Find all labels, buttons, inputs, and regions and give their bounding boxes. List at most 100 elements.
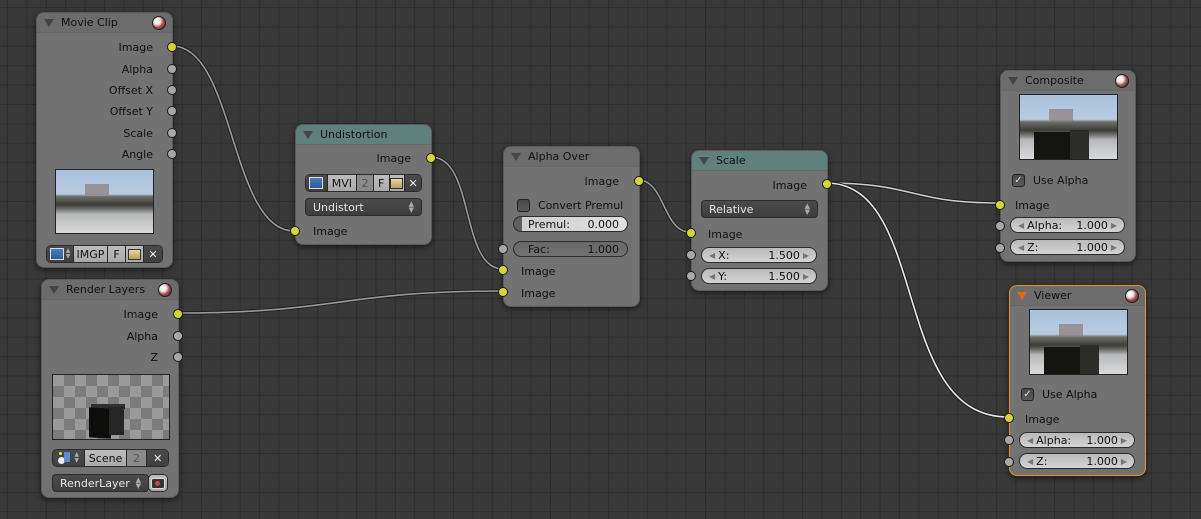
- collapse-triangle-icon[interactable]: [44, 18, 54, 27]
- z-number-field[interactable]: ◀ Z: 1.000 ▶: [1019, 453, 1135, 469]
- checkmark-icon[interactable]: ✓: [1012, 174, 1025, 187]
- preview-sphere-icon[interactable]: [152, 16, 166, 30]
- premul-slider[interactable]: Premul: 0.000: [513, 216, 628, 232]
- output-socket-offset-x[interactable]: [167, 85, 177, 95]
- output-socket-image[interactable]: [173, 309, 183, 319]
- node-render-layers[interactable]: Render Layers Image Alpha Z ▲ ▼ Scene 2 ✕…: [41, 279, 183, 498]
- decrement-arrow-icon[interactable]: ◀: [1018, 243, 1024, 252]
- use-alpha-checkbox[interactable]: ✓ Use Alpha: [1021, 388, 1097, 401]
- fake-user-button[interactable]: F: [108, 246, 126, 262]
- convert-premul-checkbox[interactable]: Convert Premul: [517, 199, 623, 212]
- link-undistortion-alphaover[interactable]: [429, 155, 505, 271]
- input-socket-y[interactable]: [686, 271, 696, 281]
- link-renderlayers-alphaover[interactable]: [176, 289, 505, 315]
- output-socket-image[interactable]: [426, 153, 436, 163]
- clip-datablock-selector[interactable]: ▲ ▼ IMGP F ✕: [46, 245, 163, 263]
- node-viewer[interactable]: Viewer ✓ Use Alpha Image ◀ Alpha: 1.000 …: [1004, 285, 1146, 476]
- output-socket-alpha[interactable]: [173, 331, 183, 341]
- open-clip-button[interactable]: [126, 246, 144, 262]
- preview-sphere-icon[interactable]: [1115, 74, 1129, 88]
- decrement-arrow-icon[interactable]: ◀: [1027, 436, 1033, 445]
- fac-slider[interactable]: Fac: 1.000: [513, 241, 628, 257]
- node-movie-clip[interactable]: Movie Clip Image Alpha Offset X Offset Y…: [36, 12, 177, 268]
- input-socket-z[interactable]: [1004, 457, 1014, 467]
- input-socket-image[interactable]: [1004, 413, 1014, 423]
- y-number-field[interactable]: ◀ Y: 1.500 ▶: [701, 268, 817, 284]
- preview-sphere-icon[interactable]: [1125, 289, 1139, 303]
- input-socket-z[interactable]: [995, 243, 1005, 253]
- node-alpha-over[interactable]: Alpha Over Image Convert Premul Premul: …: [498, 146, 644, 307]
- render-button[interactable]: [149, 475, 167, 491]
- input-socket-image[interactable]: [686, 228, 696, 238]
- decrement-arrow-icon[interactable]: ◀: [709, 272, 715, 281]
- collapse-triangle-icon[interactable]: [303, 130, 313, 139]
- input-socket-fac[interactable]: [498, 244, 508, 254]
- link-alphaover-scale[interactable]: [636, 178, 692, 234]
- node-header[interactable]: Viewer: [1010, 286, 1145, 306]
- output-socket-scale[interactable]: [167, 128, 177, 138]
- preview-sphere-icon[interactable]: [158, 283, 172, 297]
- link-scale-composite[interactable]: [824, 181, 1001, 205]
- clip-browse-button[interactable]: ▲ ▼: [47, 246, 74, 262]
- output-socket-image[interactable]: [634, 176, 644, 186]
- increment-arrow-icon[interactable]: ▶: [1111, 243, 1117, 252]
- alpha-number-field[interactable]: ◀ Alpha: 1.000 ▶: [1019, 432, 1135, 448]
- node-header[interactable]: Undistortion: [296, 125, 431, 145]
- input-socket-image-2[interactable]: [498, 287, 508, 297]
- fake-user-button[interactable]: F: [373, 175, 390, 191]
- node-undistortion[interactable]: Undistortion Image MVI 2 F ✕ Undistort ▲…: [290, 124, 436, 245]
- increment-arrow-icon[interactable]: ▶: [1121, 457, 1127, 466]
- unlink-scene-button[interactable]: ✕: [147, 450, 168, 466]
- increment-arrow-icon[interactable]: ▶: [803, 272, 809, 281]
- use-alpha-checkbox[interactable]: ✓ Use Alpha: [1012, 174, 1088, 187]
- checkmark-icon[interactable]: ✓: [1021, 388, 1034, 401]
- input-socket-image-1[interactable]: [498, 265, 508, 275]
- link-scale-viewer[interactable]: [824, 181, 1010, 419]
- collapse-triangle-icon[interactable]: [1008, 76, 1018, 85]
- input-socket-image[interactable]: [995, 200, 1005, 210]
- output-socket-angle[interactable]: [167, 149, 177, 159]
- collapse-triangle-icon[interactable]: [49, 285, 59, 294]
- unlink-clip-button[interactable]: ✕: [144, 246, 162, 262]
- input-socket-alpha[interactable]: [1004, 435, 1014, 445]
- render-layer-select[interactable]: RenderLayer ▲ ▼: [52, 474, 149, 492]
- increment-arrow-icon[interactable]: ▶: [1121, 436, 1127, 445]
- clip-datablock-selector[interactable]: MVI 2 F ✕: [305, 174, 422, 192]
- render-layer-button[interactable]: [148, 474, 168, 492]
- collapse-triangle-icon[interactable]: [699, 156, 709, 165]
- collapse-triangle-icon[interactable]: [511, 152, 521, 161]
- decrement-arrow-icon[interactable]: ◀: [709, 251, 715, 260]
- unlink-clip-button[interactable]: ✕: [405, 175, 421, 191]
- decrement-arrow-icon[interactable]: ◀: [1027, 457, 1033, 466]
- node-header[interactable]: Render Layers: [42, 280, 178, 300]
- input-socket-x[interactable]: [686, 250, 696, 260]
- scene-users-count[interactable]: 2: [126, 450, 148, 466]
- node-scale[interactable]: Scale Image Relative ▲ ▼ Image ◀ X: 1.500…: [686, 150, 832, 291]
- decrement-arrow-icon[interactable]: ◀: [1018, 221, 1024, 230]
- output-socket-alpha[interactable]: [167, 64, 177, 74]
- space-select[interactable]: Relative ▲ ▼: [701, 200, 818, 218]
- increment-arrow-icon[interactable]: ▶: [803, 251, 809, 260]
- input-socket-alpha[interactable]: [995, 221, 1005, 231]
- distortion-mode-select[interactable]: Undistort ▲ ▼: [305, 198, 422, 216]
- input-socket-image[interactable]: [290, 226, 300, 236]
- clip-browse-button[interactable]: [306, 175, 328, 191]
- scene-datablock-selector[interactable]: ▲ ▼ Scene 2 ✕: [52, 449, 169, 467]
- scene-name-field[interactable]: Scene: [85, 450, 127, 466]
- clip-name-field[interactable]: MVI: [327, 175, 358, 191]
- node-composite[interactable]: Composite ✓ Use Alpha Image ◀ Alpha: 1.0…: [995, 70, 1136, 262]
- scene-browse-button[interactable]: ▲ ▼: [53, 450, 86, 466]
- output-socket-image[interactable]: [822, 179, 832, 189]
- x-number-field[interactable]: ◀ X: 1.500 ▶: [701, 247, 817, 263]
- node-header[interactable]: Scale: [692, 151, 827, 171]
- node-header[interactable]: Movie Clip: [37, 13, 172, 33]
- clip-users-count[interactable]: 2: [357, 175, 374, 191]
- increment-arrow-icon[interactable]: ▶: [1111, 221, 1117, 230]
- open-clip-button[interactable]: [389, 175, 406, 191]
- collapse-triangle-icon[interactable]: [1017, 291, 1027, 300]
- checkbox-unchecked[interactable]: [517, 199, 530, 212]
- output-socket-offset-y[interactable]: [167, 106, 177, 116]
- z-number-field[interactable]: ◀ Z: 1.000 ▶: [1010, 239, 1125, 255]
- output-socket-image[interactable]: [167, 42, 177, 52]
- node-header[interactable]: Composite: [1001, 71, 1135, 91]
